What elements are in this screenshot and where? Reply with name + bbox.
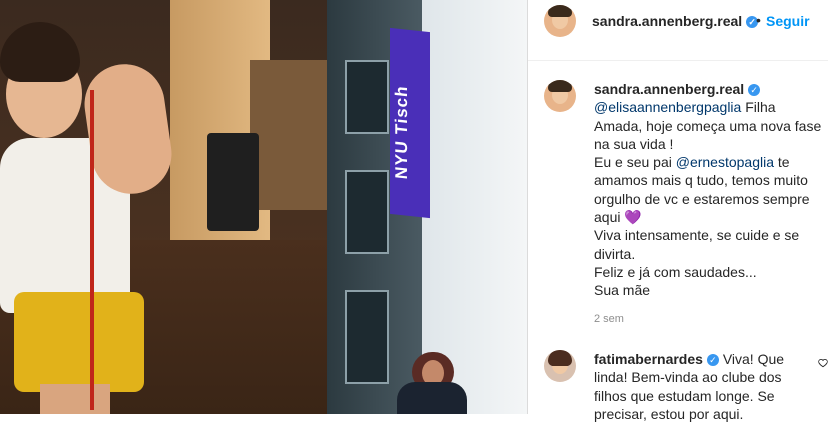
nyu-banner: NYU Tisch	[390, 27, 430, 219]
caption-text: Sua mãe	[594, 282, 651, 299]
caption-text: Eu e seu pai	[594, 154, 676, 171]
caption-avatar[interactable]	[544, 80, 576, 112]
photo-child	[0, 0, 327, 414]
photo-building: NYU Tisch	[327, 0, 527, 414]
comment: fatimabernardes ✓ Viva! Que linda! Bem-vi…	[594, 350, 809, 423]
comment-author[interactable]: fatimabernardes	[594, 351, 703, 367]
separator-dot: •	[756, 12, 761, 28]
author-name: sandra.annenberg.real	[592, 13, 743, 29]
post-timestamp[interactable]: 2 sem	[594, 313, 624, 325]
author-username[interactable]: sandra.annenberg.real ✓	[592, 13, 759, 29]
verified-icon: ✓	[706, 354, 719, 366]
caption-text: Feliz e já com saudades...	[594, 263, 757, 280]
post-header: sandra.annenberg.real ✓ • Seguir	[528, 0, 828, 61]
post-caption: sandra.annenberg.real ✓ @elisaannenbergpa…	[594, 80, 822, 300]
purple-heart-icon: 💜	[624, 209, 642, 226]
comment-avatar[interactable]	[544, 350, 576, 382]
mention-link[interactable]: @elisaannenbergpaglia	[594, 99, 741, 115]
post-photo[interactable]: NYU Tisch	[0, 0, 527, 414]
post-sidebar: sandra.annenberg.real ✓ • Seguir sandra.a…	[528, 0, 828, 422]
trash-bin	[207, 133, 259, 231]
caption-author[interactable]: sandra.annenberg.real	[594, 81, 744, 97]
verified-icon: ✓	[748, 84, 761, 96]
mention-link[interactable]: @ernestopaglia	[676, 154, 774, 170]
caption-text: Viva intensamente, se cuide e se divirta…	[594, 227, 800, 262]
follow-button[interactable]: Seguir	[766, 13, 810, 29]
heart-outline-icon[interactable]	[818, 358, 828, 368]
avatar[interactable]	[544, 5, 576, 37]
